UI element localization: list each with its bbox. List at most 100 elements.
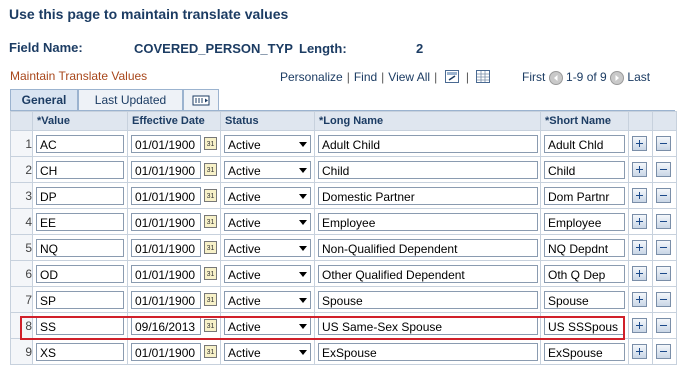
effective-date-field[interactable]: 01/01/1900 xyxy=(131,342,201,361)
short-name-cell: Dom Partnr xyxy=(540,182,629,209)
status-select-value: Active xyxy=(228,215,261,230)
add-row-button[interactable] xyxy=(632,344,647,360)
short-name-field[interactable]: Adult Chld xyxy=(544,134,625,153)
show-all-columns-icon[interactable] xyxy=(183,89,219,110)
value-field[interactable]: OD xyxy=(36,264,124,283)
effective-date-field[interactable]: 01/01/1900 xyxy=(131,186,201,205)
long-name-field[interactable]: Child xyxy=(318,160,538,179)
calendar-icon[interactable]: 31 xyxy=(204,319,217,332)
column-header-value: *Value xyxy=(32,111,128,131)
find-link[interactable]: Find xyxy=(354,70,377,84)
status-select[interactable]: Active xyxy=(224,212,311,231)
calendar-icon[interactable]: 31 xyxy=(204,345,217,358)
add-row-button[interactable] xyxy=(632,292,647,308)
calendar-icon[interactable]: 31 xyxy=(204,137,217,150)
effective-date-field[interactable]: 09/16/2013 xyxy=(131,316,201,335)
table-row: 3 DP 01/01/1900 31 Active Domestic Partne… xyxy=(10,182,677,209)
long-name-field[interactable]: US Same-Sex Spouse xyxy=(318,316,538,335)
add-row-button[interactable] xyxy=(632,318,647,334)
effective-date-field[interactable]: 01/01/1900 xyxy=(131,264,201,283)
last-link[interactable]: Last xyxy=(627,70,650,84)
add-row-cell xyxy=(628,260,653,287)
delete-row-button[interactable] xyxy=(656,214,671,230)
delete-row-button[interactable] xyxy=(656,240,671,256)
long-name-field[interactable]: Employee xyxy=(318,212,538,231)
status-select[interactable]: Active xyxy=(224,186,311,205)
value-field[interactable]: AC xyxy=(36,134,124,153)
chevron-down-icon xyxy=(299,323,307,329)
value-field[interactable]: CH xyxy=(36,160,124,179)
add-row-button[interactable] xyxy=(632,188,647,204)
delete-row-button[interactable] xyxy=(656,188,671,204)
value-field[interactable]: SP xyxy=(36,290,124,309)
effective-date-field[interactable]: 01/01/1900 xyxy=(131,134,201,153)
calendar-icon[interactable]: 31 xyxy=(204,215,217,228)
value-field[interactable]: XS xyxy=(36,342,124,361)
delete-row-button[interactable] xyxy=(656,318,671,334)
short-name-field[interactable]: Dom Partnr xyxy=(544,186,625,205)
calendar-icon[interactable]: 31 xyxy=(204,163,217,176)
status-select[interactable]: Active xyxy=(224,316,311,335)
chevron-down-icon xyxy=(299,167,307,173)
add-row-button[interactable] xyxy=(632,136,647,152)
tab-general[interactable]: General xyxy=(10,89,78,111)
effective-date-field[interactable]: 01/01/1900 xyxy=(131,238,201,257)
calendar-icon[interactable]: 31 xyxy=(204,241,217,254)
status-select[interactable]: Active xyxy=(224,264,311,283)
delete-row-button[interactable] xyxy=(656,162,671,178)
chevron-down-icon xyxy=(299,245,307,251)
value-field[interactable]: DP xyxy=(36,186,124,205)
grid-title: Maintain Translate Values xyxy=(10,69,148,83)
status-select[interactable]: Active xyxy=(224,342,311,361)
add-row-button[interactable] xyxy=(632,240,647,256)
long-name-field[interactable]: Adult Child xyxy=(318,134,538,153)
delete-row-button[interactable] xyxy=(656,292,671,308)
delete-row-button[interactable] xyxy=(656,344,671,360)
short-name-field[interactable]: Oth Q Dep xyxy=(544,264,625,283)
first-link[interactable]: First xyxy=(522,70,545,84)
add-row-button[interactable] xyxy=(632,266,647,282)
long-name-field[interactable]: ExSpouse xyxy=(318,342,538,361)
long-name-field[interactable]: Spouse xyxy=(318,290,538,309)
effective-date-field[interactable]: 01/01/1900 xyxy=(131,290,201,309)
short-name-cell: Child xyxy=(540,156,629,183)
tab-last-updated[interactable]: Last Updated xyxy=(78,89,183,110)
short-name-field[interactable]: Employee xyxy=(544,212,625,231)
calendar-icon[interactable]: 31 xyxy=(204,293,217,306)
short-name-field[interactable]: NQ Depdnt xyxy=(544,238,625,257)
effective-date-field[interactable]: 01/01/1900 xyxy=(131,160,201,179)
value-field[interactable]: EE xyxy=(36,212,124,231)
effective-date-field[interactable]: 01/01/1900 xyxy=(131,212,201,231)
personalize-link[interactable]: Personalize xyxy=(280,70,343,84)
next-icon[interactable] xyxy=(610,70,625,85)
chevron-down-icon xyxy=(299,193,307,199)
value-cell: SS xyxy=(32,312,128,339)
long-name-field[interactable]: Other Qualified Dependent xyxy=(318,264,538,283)
length-value: 2 xyxy=(416,41,424,56)
add-row-button[interactable] xyxy=(632,214,647,230)
value-field[interactable]: SS xyxy=(36,316,124,335)
short-name-field[interactable]: Spouse xyxy=(544,290,625,309)
previous-icon[interactable] xyxy=(548,70,563,85)
value-field[interactable]: NQ xyxy=(36,238,124,257)
long-name-field[interactable]: Non-Qualified Dependent xyxy=(318,238,538,257)
status-select[interactable]: Active xyxy=(224,134,311,153)
delete-row-button[interactable] xyxy=(656,136,671,152)
status-select[interactable]: Active xyxy=(224,238,311,257)
delete-row-button[interactable] xyxy=(656,266,671,282)
download-grid-icon[interactable] xyxy=(476,70,491,86)
calendar-icon[interactable]: 31 xyxy=(204,267,217,280)
status-select[interactable]: Active xyxy=(224,160,311,179)
long-name-field[interactable]: Domestic Partner xyxy=(318,186,538,205)
add-row-button[interactable] xyxy=(632,162,647,178)
chevron-down-icon xyxy=(299,219,307,225)
short-name-field[interactable]: Child xyxy=(544,160,625,179)
short-name-field[interactable]: ExSpouse xyxy=(544,342,625,361)
table-row: 4 EE 01/01/1900 31 Active Employee Employ… xyxy=(10,208,677,235)
chevron-down-icon xyxy=(299,271,307,277)
calendar-icon[interactable]: 31 xyxy=(204,189,217,202)
view-all-link[interactable]: View All xyxy=(388,70,430,84)
status-select[interactable]: Active xyxy=(224,290,311,309)
short-name-field[interactable]: US SSSpous xyxy=(544,316,625,335)
zoom-icon[interactable] xyxy=(444,70,459,86)
